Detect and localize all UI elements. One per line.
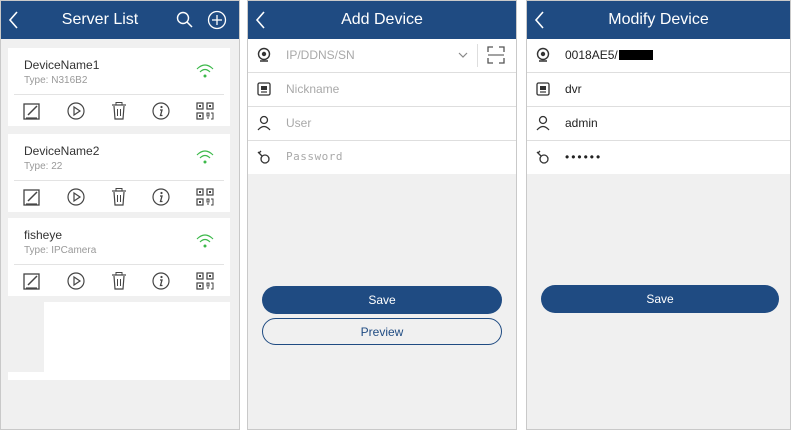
device-actions	[8, 184, 230, 210]
device-icon	[536, 82, 550, 96]
serial-row[interactable]: 0018AE5/	[527, 39, 790, 73]
placeholder-strip	[8, 302, 44, 372]
wifi-icon	[196, 234, 214, 248]
divider	[14, 264, 224, 265]
empty-card	[8, 302, 230, 380]
user-row[interactable]: admin	[527, 107, 790, 141]
password-row[interactable]: ••••••	[527, 141, 790, 174]
play-icon[interactable]	[65, 100, 87, 122]
camera-icon	[257, 47, 271, 62]
search-icon[interactable]	[175, 10, 195, 30]
user-icon	[536, 115, 550, 131]
info-icon[interactable]	[150, 186, 172, 208]
device-list: DeviceName1 Type: N316B2 DeviceName2 Typ…	[1, 39, 239, 429]
page-title: Modify Device	[608, 11, 709, 28]
password-input[interactable]: Password	[286, 150, 343, 163]
info-icon[interactable]	[150, 100, 172, 122]
edit-icon[interactable]	[21, 186, 43, 208]
divider	[14, 94, 224, 95]
nickname-row[interactable]: dvr	[527, 73, 790, 107]
nickname-row[interactable]: Nickname	[248, 73, 516, 107]
wifi-icon	[196, 64, 214, 78]
device-card[interactable]: fisheye Type: IPCamera	[8, 218, 230, 296]
user-input[interactable]: User	[286, 116, 311, 130]
address-input[interactable]: IP/DDNS/SN	[286, 48, 355, 62]
device-name: fisheye	[24, 228, 63, 242]
chevron-down-icon[interactable]	[458, 51, 468, 59]
qr-code-icon[interactable]	[194, 186, 216, 208]
redaction-bar	[618, 50, 653, 60]
divider	[14, 180, 224, 181]
user-icon	[257, 115, 271, 131]
device-name: DeviceName2	[24, 144, 100, 158]
password-input[interactable]: ••••••	[565, 150, 602, 164]
edit-icon[interactable]	[21, 100, 43, 122]
divider	[477, 44, 478, 67]
address-row[interactable]: IP/DDNS/SN	[248, 39, 516, 73]
delete-icon[interactable]	[108, 186, 130, 208]
add-device-header: Add Device	[248, 1, 516, 39]
delete-icon[interactable]	[108, 100, 130, 122]
page-title: Server List	[61, 11, 139, 28]
device-type: Type: N316B2	[24, 75, 88, 86]
key-icon	[536, 150, 549, 164]
server-list-header: Server List	[1, 1, 239, 39]
server-list-screen: Server List DeviceName1 Type: N316B2 Dev…	[0, 0, 240, 430]
qr-code-icon[interactable]	[194, 270, 216, 292]
scan-icon[interactable]	[486, 45, 506, 65]
info-icon[interactable]	[150, 270, 172, 292]
add-device-screen: Add Device IP/DDNS/SN Nickname User Pass…	[247, 0, 517, 430]
delete-icon[interactable]	[108, 270, 130, 292]
user-input[interactable]: admin	[565, 116, 598, 130]
modify-device-form: 0018AE5/ dvr admin ••••••	[527, 39, 790, 174]
device-icon	[257, 82, 271, 96]
save-button[interactable]: Save	[541, 285, 779, 313]
device-type: Type: 22	[24, 161, 63, 172]
nickname-input[interactable]: dvr	[565, 82, 582, 96]
play-icon[interactable]	[65, 186, 87, 208]
user-row[interactable]: User	[248, 107, 516, 141]
device-name: DeviceName1	[24, 58, 100, 72]
camera-icon	[536, 47, 550, 62]
device-actions	[8, 268, 230, 294]
page-title: Add Device	[341, 11, 423, 28]
serial-input[interactable]: 0018AE5/	[565, 48, 653, 62]
device-type: Type: IPCamera	[24, 245, 97, 256]
preview-button[interactable]: Preview	[262, 318, 502, 345]
device-actions	[8, 98, 230, 124]
wifi-icon	[196, 150, 214, 164]
modify-device-screen: Modify Device 0018AE5/ dvr admin •••••• …	[526, 0, 791, 430]
device-card[interactable]: DeviceName2 Type: 22	[8, 134, 230, 212]
key-icon	[257, 150, 270, 164]
serial-value: 0018AE5/	[565, 48, 618, 62]
device-card[interactable]: DeviceName1 Type: N316B2	[8, 48, 230, 126]
modify-device-header: Modify Device	[527, 1, 790, 39]
save-button[interactable]: Save	[262, 286, 502, 314]
add-device-icon[interactable]	[207, 10, 227, 30]
password-row[interactable]: Password	[248, 141, 516, 174]
play-icon[interactable]	[65, 270, 87, 292]
edit-icon[interactable]	[21, 270, 43, 292]
add-device-form: IP/DDNS/SN Nickname User Password	[248, 39, 516, 174]
nickname-input[interactable]: Nickname	[286, 82, 339, 96]
qr-code-icon[interactable]	[194, 100, 216, 122]
